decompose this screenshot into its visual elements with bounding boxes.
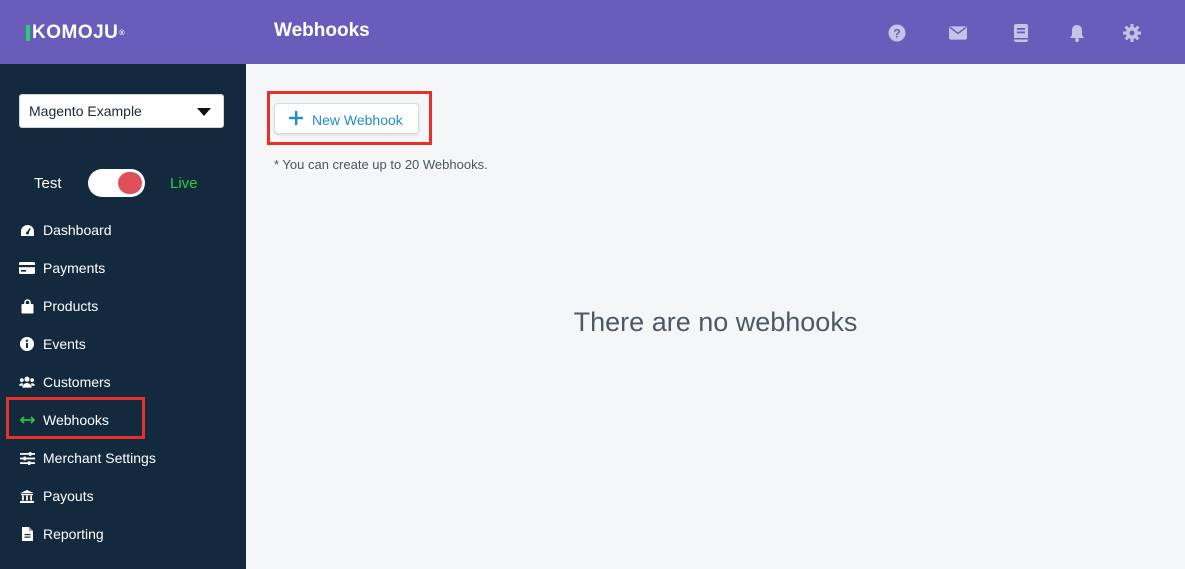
- gear-icon[interactable]: [1123, 24, 1141, 42]
- book-icon[interactable]: [1012, 24, 1030, 42]
- bank-icon: [19, 488, 35, 504]
- sidebar-item-payments[interactable]: Payments: [0, 256, 246, 280]
- mode-live-label: Live: [170, 175, 198, 192]
- sidebar-item-webhooks[interactable]: Webhooks: [0, 408, 246, 432]
- sliders-icon: [19, 450, 35, 466]
- dashboard-icon: [19, 222, 35, 238]
- main-content: New Webhook * You can create up to 20 We…: [246, 64, 1185, 569]
- sidebar-item-label: Dashboard: [43, 222, 112, 238]
- top-bar: KOMOJU ® Webhooks ?: [0, 0, 1185, 64]
- arrows-horizontal-icon: [19, 412, 35, 428]
- svg-text:?: ?: [893, 27, 900, 41]
- sidebar-item-label: Webhooks: [43, 412, 109, 428]
- bell-icon[interactable]: [1068, 24, 1086, 42]
- logo-text: KOMOJU: [32, 22, 119, 43]
- sidebar-item-payouts[interactable]: Payouts: [0, 484, 246, 508]
- help-icon[interactable]: ?: [888, 24, 906, 42]
- merchant-select[interactable]: Magento Example: [19, 94, 224, 128]
- sidebar-item-label: Reporting: [43, 526, 104, 542]
- new-webhook-label: New Webhook: [312, 112, 403, 128]
- sidebar-item-events[interactable]: Events: [0, 332, 246, 356]
- credit-card-icon: [19, 260, 35, 276]
- sidebar-item-label: Payments: [43, 260, 106, 276]
- file-icon: [19, 526, 35, 542]
- sidebar-item-label: Products: [43, 298, 99, 314]
- sidebar: Magento Example Test Live Dashboard Paym…: [0, 64, 246, 569]
- toggle-knob: [118, 172, 142, 194]
- sidebar-item-merchant-settings[interactable]: Merchant Settings: [0, 446, 246, 470]
- plus-icon: [289, 111, 305, 127]
- info-icon: [19, 336, 35, 352]
- page-title: Webhooks: [274, 20, 370, 41]
- sidebar-item-label: Merchant Settings: [43, 450, 156, 466]
- logo-bar-mark: [26, 25, 30, 41]
- test-live-toggle[interactable]: [88, 169, 145, 197]
- komoju-logo[interactable]: KOMOJU ®: [26, 22, 125, 44]
- new-webhook-button[interactable]: New Webhook: [274, 103, 419, 134]
- sidebar-item-label: Customers: [43, 374, 111, 390]
- merchant-select-value: Magento Example: [29, 103, 142, 119]
- empty-state-message: There are no webhooks: [573, 307, 858, 337]
- sidebar-item-reporting[interactable]: Reporting: [0, 522, 246, 546]
- sidebar-item-dashboard[interactable]: Dashboard: [0, 218, 246, 242]
- sidebar-item-customers[interactable]: Customers: [0, 370, 246, 394]
- mail-icon[interactable]: [949, 24, 967, 42]
- shopping-bag-icon: [19, 298, 35, 314]
- mode-test-label: Test: [34, 175, 62, 192]
- users-icon: [19, 374, 35, 390]
- sidebar-item-label: Payouts: [43, 488, 94, 504]
- sidebar-item-products[interactable]: Products: [0, 294, 246, 318]
- webhook-limit-note: * You can create up to 20 Webhooks.: [274, 157, 488, 172]
- chevron-down-icon: [197, 108, 211, 116]
- sidebar-item-label: Events: [43, 336, 86, 352]
